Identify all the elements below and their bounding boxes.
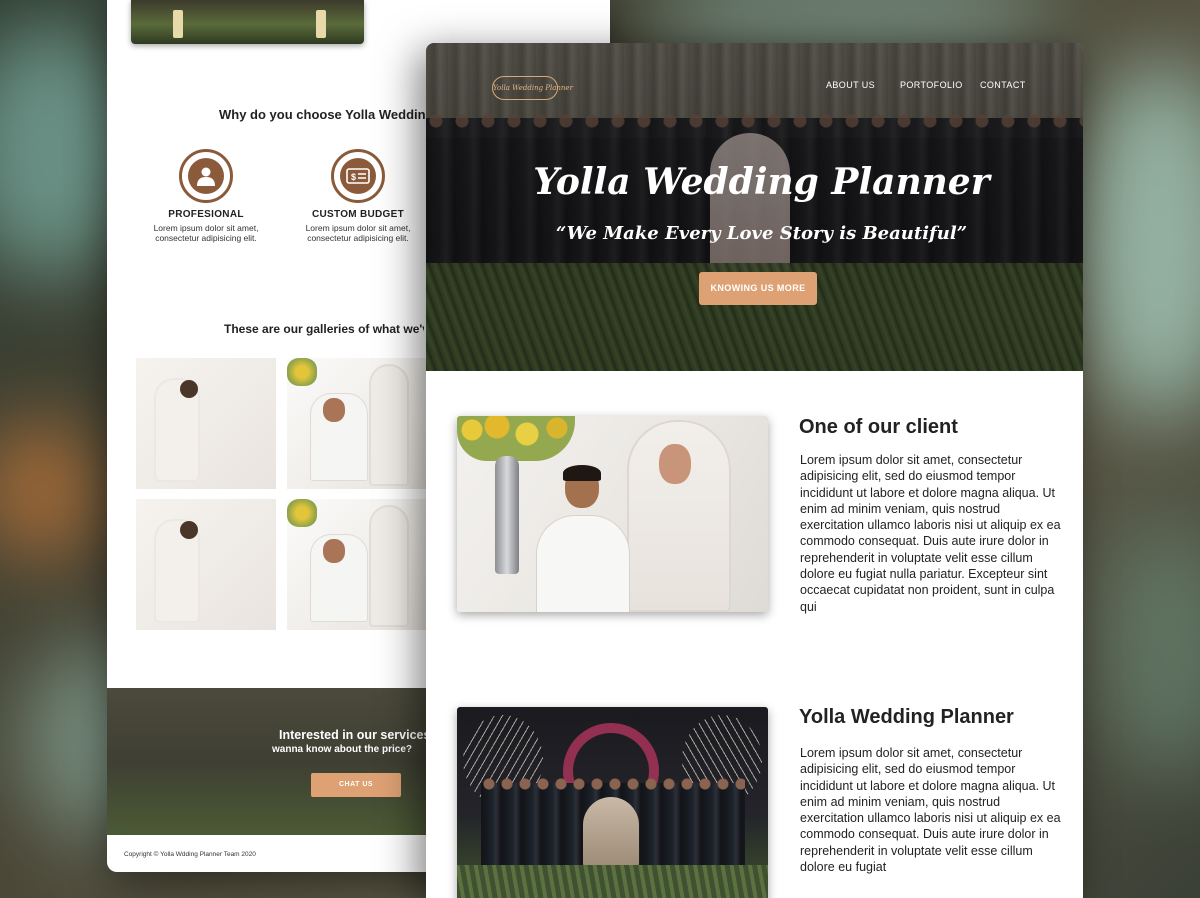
knowing-us-more-button[interactable]: KNOWING US MORE [699,272,817,305]
cta-title: Interested in our services? [279,728,439,742]
feature-description: Lorem ipsum dolor sit amet, consectetur … [305,223,411,243]
nav-about-us[interactable]: ABOUT US [826,80,875,90]
feature-title: CUSTOM BUDGET [311,209,405,220]
planner-section-title: Yolla Wedding Planner [799,706,1014,728]
person-icon [179,149,233,203]
feature-title: PROFESIONAL [168,209,244,220]
chat-us-button[interactable]: CHAT US [311,773,401,797]
feature-description: Lorem ipsum dolor sit amet, consectetur … [153,223,259,243]
hero-tagline: “We Make Every Love Story is Beautiful” [555,223,968,244]
hero-title: Yolla Wedding Planner [533,161,990,203]
cta-subtitle: wanna know about the price? [272,744,413,755]
hero-banner: Yolla Wedding Planner ABOUT US PORTOFOLI… [426,43,1083,371]
gallery-photo[interactable] [287,499,427,630]
svg-text:$: $ [351,172,356,182]
top-gallery-photo [131,0,364,44]
landing-page-mockup-main: Yolla Wedding Planner ABOUT US PORTOFOLI… [426,43,1083,898]
planner-section-text: Lorem ipsum dolor sit amet, consectetur … [800,746,1061,875]
gallery-photo[interactable] [136,358,276,489]
footer-copyright: Copyright © Yolla Wdding Planner Team 20… [124,851,256,858]
feature-profesional: PROFESIONAL Lorem ipsum dolor sit amet, … [148,149,264,243]
brand-logo[interactable]: Yolla Wedding Planner [492,76,573,100]
gallery-heading: These are our galleries of what we've do… [224,322,424,336]
client-section-title: One of our client [799,416,958,438]
nav-portofolio[interactable]: PORTOFOLIO [900,80,963,90]
gallery-photo[interactable] [136,499,276,630]
feature-custom-budget: $ CUSTOM BUDGET Lorem ipsum dolor sit am… [300,149,416,243]
nav-contact[interactable]: CONTACT [980,80,1026,90]
client-section-text: Lorem ipsum dolor sit amet, consectetur … [800,453,1061,614]
budget-icon: $ [331,149,385,203]
client-photo [457,416,768,612]
planner-team-photo [457,707,768,898]
gallery-photo[interactable] [287,358,427,489]
